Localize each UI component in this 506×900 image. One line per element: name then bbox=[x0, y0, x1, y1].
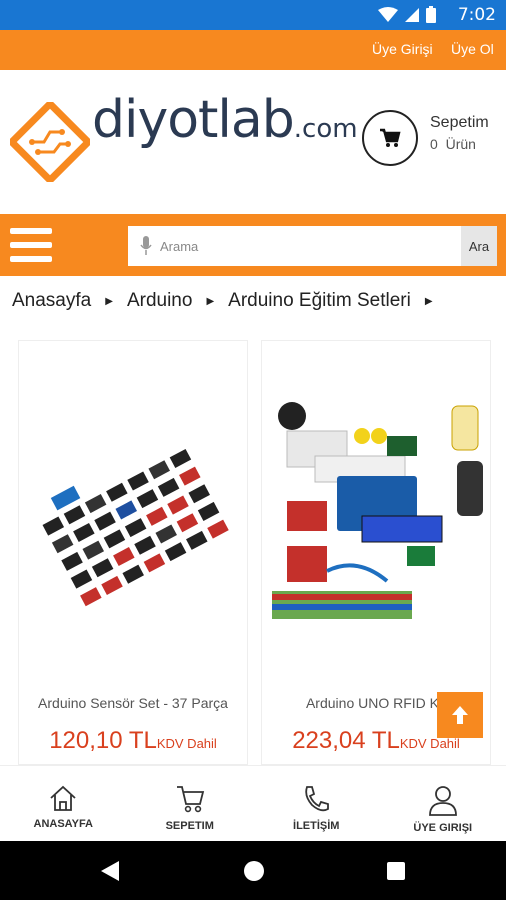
recents-icon[interactable] bbox=[386, 861, 406, 881]
product-price-value: 120,10 TL bbox=[49, 727, 157, 754]
breadcrumb-current[interactable]: Arduino Eğitim Setleri bbox=[228, 290, 411, 312]
search-bar: Ara bbox=[0, 214, 506, 276]
logo-wordmark[interactable]: diyotlab.com bbox=[92, 90, 358, 150]
home-circle-icon[interactable] bbox=[243, 860, 265, 882]
user-icon bbox=[428, 786, 457, 816]
nav-home-label: ANASAYFA bbox=[33, 818, 94, 830]
top-bar: Üye Girişi Üye Ol bbox=[0, 30, 506, 70]
microphone-icon[interactable] bbox=[140, 236, 152, 256]
bottom-nav: ANASAYFA SEPETIM İLETİŞİM ÜYE GIRIŞI bbox=[0, 765, 506, 841]
breadcrumb: Anasayfa ▶ Arduino ▶ Arduino Eğitim Setl… bbox=[12, 290, 447, 312]
product-tax-label: KDV Dahil bbox=[156, 736, 217, 751]
status-icons bbox=[378, 6, 436, 23]
breadcrumb-separator-icon: ▶ bbox=[206, 295, 215, 307]
back-icon[interactable] bbox=[100, 860, 120, 882]
product-image[interactable] bbox=[29, 421, 239, 611]
logo-icon[interactable] bbox=[10, 102, 90, 182]
signal-icon bbox=[405, 7, 419, 22]
phone-icon bbox=[305, 786, 330, 812]
menu-icon[interactable] bbox=[10, 228, 52, 262]
status-bar: 7:02 bbox=[0, 0, 506, 30]
product-price-value: 223,04 TL bbox=[292, 727, 400, 754]
breadcrumb-arduino[interactable]: Arduino bbox=[127, 290, 193, 312]
nav-contact[interactable]: İLETİŞİM bbox=[253, 766, 380, 841]
nav-contact-label: İLETİŞİM bbox=[293, 820, 340, 832]
search-input[interactable] bbox=[128, 226, 462, 266]
login-link[interactable]: Üye Girişi bbox=[372, 41, 433, 57]
site-header: diyotlab.com Sepetim 0 Ürün bbox=[0, 70, 506, 214]
logo-suffix: .com bbox=[293, 114, 358, 144]
breadcrumb-home[interactable]: Anasayfa bbox=[12, 290, 91, 312]
battery-icon bbox=[426, 6, 436, 23]
nav-login[interactable]: ÜYE GIRIŞI bbox=[380, 766, 506, 841]
home-icon bbox=[50, 785, 76, 811]
cart-title[interactable]: Sepetim bbox=[430, 114, 489, 132]
wifi-icon bbox=[378, 6, 398, 22]
cart-count: 0 Ürün bbox=[430, 136, 476, 152]
product-name[interactable]: Arduino Sensör Set - 37 Parça bbox=[19, 695, 247, 711]
scroll-top-button[interactable] bbox=[437, 692, 483, 738]
cart-count-value: 0 bbox=[430, 136, 438, 152]
product-tax-label: KDV Dahil bbox=[399, 736, 460, 751]
cart-icon bbox=[380, 128, 401, 147]
nav-cart-label: SEPETIM bbox=[165, 820, 214, 832]
register-link[interactable]: Üye Ol bbox=[451, 41, 494, 57]
nav-home[interactable]: ANASAYFA bbox=[0, 766, 127, 841]
breadcrumb-separator-icon: ▶ bbox=[424, 295, 433, 307]
product-price: 120,10 TLKDV Dahil bbox=[19, 727, 247, 755]
product-image[interactable] bbox=[267, 396, 487, 636]
cart-count-unit: Ürün bbox=[445, 136, 476, 152]
nav-cart[interactable]: SEPETIM bbox=[127, 766, 254, 841]
cart-button[interactable] bbox=[362, 110, 418, 166]
arrow-up-icon bbox=[452, 706, 468, 724]
breadcrumb-separator-icon: ▶ bbox=[105, 295, 113, 307]
logo-brand: diyotlab bbox=[92, 90, 295, 150]
cart-icon bbox=[176, 786, 204, 813]
nav-login-label: ÜYE GIRIŞI bbox=[413, 822, 473, 834]
status-time: 7:02 bbox=[457, 5, 496, 25]
product-card[interactable]: Arduino Sensör Set - 37 Parça 120,10 TLK… bbox=[18, 340, 248, 765]
search-button[interactable]: Ara bbox=[461, 226, 497, 266]
android-nav-bar bbox=[0, 841, 506, 900]
